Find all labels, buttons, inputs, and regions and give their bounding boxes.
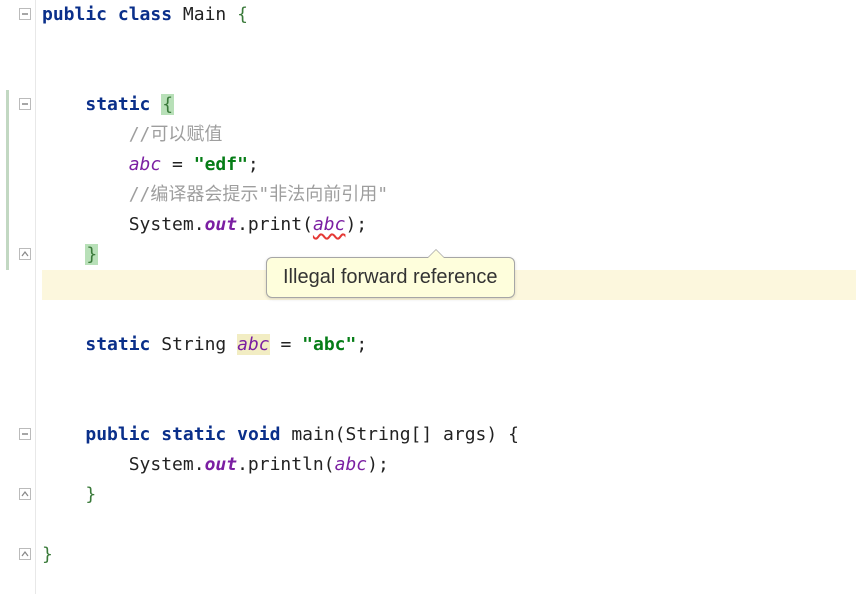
- keyword-public: public: [85, 424, 150, 445]
- brace-close: }: [42, 544, 53, 565]
- keyword-void: void: [237, 424, 280, 445]
- fold-minus-icon[interactable]: [18, 7, 32, 21]
- error-reference[interactable]: abc: [313, 214, 346, 235]
- keyword-class: class: [118, 4, 172, 25]
- code-line[interactable]: //编译器会提示"非法向前引用": [42, 180, 856, 210]
- keyword-static: static: [161, 424, 226, 445]
- method-main: main: [291, 424, 334, 445]
- comment: //可以赋值: [129, 124, 223, 145]
- main-params: (String[] args) {: [335, 424, 519, 445]
- class-name: Main: [183, 4, 226, 25]
- code-editor[interactable]: public class Main { static { //可以赋值 abc …: [0, 0, 856, 594]
- string-literal: "abc": [302, 334, 356, 355]
- field-decl-name: abc: [237, 334, 270, 355]
- fold-minus-icon[interactable]: [18, 97, 32, 111]
- field-ref: abc: [129, 154, 162, 175]
- fold-up-icon[interactable]: [18, 487, 32, 501]
- field-out: out: [205, 214, 238, 235]
- code-line[interactable]: public static void main(String[] args) {: [42, 420, 856, 450]
- comment: //编译器会提示"非法向前引用": [129, 184, 388, 205]
- field-ref: abc: [335, 454, 368, 475]
- qualifier-system: System.: [129, 214, 205, 235]
- brace-close: }: [85, 484, 96, 505]
- method-print: .print(: [237, 214, 313, 235]
- type-string: String: [161, 334, 226, 355]
- gutter: [0, 0, 36, 594]
- tooltip-text: Illegal forward reference: [283, 266, 498, 288]
- code-line[interactable]: [42, 510, 856, 540]
- fold-up-icon[interactable]: [18, 247, 32, 261]
- code-line[interactable]: //可以赋值: [42, 120, 856, 150]
- string-literal: "edf": [194, 154, 248, 175]
- keyword-static: static: [85, 94, 150, 115]
- close-paren: );: [367, 454, 389, 475]
- semicolon: ;: [356, 334, 367, 355]
- code-line[interactable]: static String abc = "abc";: [42, 330, 856, 360]
- code-line[interactable]: System.out.print(abc);: [42, 210, 856, 240]
- change-bar: [6, 90, 9, 270]
- code-line[interactable]: public class Main {: [42, 0, 856, 30]
- code-line[interactable]: abc = "edf";: [42, 150, 856, 180]
- keyword-static: static: [85, 334, 150, 355]
- code-line[interactable]: [42, 390, 856, 420]
- brace-close-highlight: }: [85, 244, 98, 265]
- code-line[interactable]: }: [42, 540, 856, 570]
- op-eq: =: [161, 154, 194, 175]
- error-tooltip: Illegal forward reference: [266, 257, 515, 298]
- code-line[interactable]: System.out.println(abc);: [42, 450, 856, 480]
- fold-up-icon[interactable]: [18, 547, 32, 561]
- code-line[interactable]: static {: [42, 90, 856, 120]
- op-eq: =: [270, 334, 303, 355]
- code-area[interactable]: public class Main { static { //可以赋值 abc …: [36, 0, 856, 594]
- code-line[interactable]: [42, 360, 856, 390]
- method-println: .println(: [237, 454, 335, 475]
- qualifier-system: System.: [129, 454, 205, 475]
- fold-minus-icon[interactable]: [18, 427, 32, 441]
- brace-open: {: [237, 4, 248, 25]
- code-line[interactable]: [42, 300, 856, 330]
- field-out: out: [205, 454, 238, 475]
- close-paren: );: [345, 214, 367, 235]
- code-line[interactable]: [42, 60, 856, 90]
- code-line[interactable]: }: [42, 480, 856, 510]
- code-line[interactable]: [42, 30, 856, 60]
- keyword-public: public: [42, 4, 107, 25]
- brace-open-highlight: {: [161, 94, 174, 115]
- semicolon: ;: [248, 154, 259, 175]
